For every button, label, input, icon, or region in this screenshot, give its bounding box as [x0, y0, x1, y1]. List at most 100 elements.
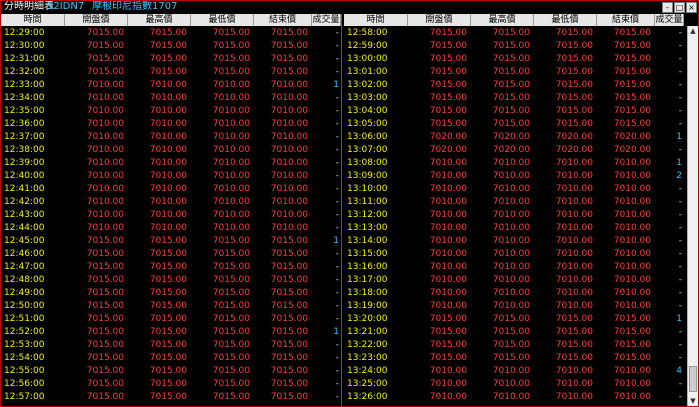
cell-close: 7010.00 [613, 262, 651, 272]
table-row[interactable]: 12:40:00 7010.00 7010.00 7010.00 7010.00 - [1, 170, 341, 183]
table-row[interactable]: 12:42:00 7010.00 7010.00 7010.00 7010.00 - [1, 196, 341, 209]
table-row[interactable]: 12:32:00 7015.00 7015.00 7015.00 7015.00 - [1, 66, 341, 79]
table-row[interactable]: 13:24:00 7010.00 7010.00 7010.00 7010.00 4 [344, 365, 684, 378]
table-row[interactable]: 13:15:00 7010.00 7010.00 7010.00 7010.00 - [344, 248, 684, 261]
table-row[interactable]: 12:49:00 7015.00 7015.00 7015.00 7015.00 - [1, 287, 341, 300]
table-row[interactable]: 12:30:00 7015.00 7015.00 7015.00 7015.00 - [1, 40, 341, 53]
table-row[interactable]: 12:37:00 7010.00 7010.00 7010.00 7010.00 - [1, 131, 341, 144]
table-row[interactable]: 13:00:00 7015.00 7015.00 7015.00 7015.00 - [344, 53, 684, 66]
table-row[interactable]: 13:01:00 7015.00 7015.00 7015.00 7015.00 - [344, 66, 684, 79]
table-row[interactable]: 12:38:00 7010.00 7010.00 7010.00 7010.00 - [1, 144, 341, 157]
table-row[interactable]: 13:18:00 7010.00 7010.00 7010.00 7010.00 - [344, 287, 684, 300]
cell-close: 7010.00 [613, 275, 651, 285]
table-row[interactable]: 12:47:00 7015.00 7015.00 7015.00 7015.00 - [1, 261, 341, 274]
table-row[interactable]: 13:09:00 7010.00 7010.00 7010.00 7010.00 2 [344, 170, 684, 183]
table-row[interactable]: 13:13:00 7010.00 7010.00 7010.00 7010.00 - [344, 222, 684, 235]
table-row[interactable]: 12:55:00 7015.00 7015.00 7015.00 7015.00 - [1, 365, 341, 378]
table-row[interactable]: 13:19:00 7010.00 7010.00 7010.00 7010.00 - [344, 300, 684, 313]
table-row[interactable]: 12:51:00 7015.00 7015.00 7015.00 7015.00 - [1, 313, 341, 326]
table-row[interactable]: 12:50:00 7015.00 7015.00 7015.00 7015.00 - [1, 300, 341, 313]
table-row[interactable]: 13:16:00 7010.00 7010.00 7010.00 7010.00 - [344, 261, 684, 274]
table-row[interactable]: 13:22:00 7015.00 7015.00 7015.00 7015.00 - [344, 339, 684, 352]
column-header-close[interactable]: 結束價 [254, 14, 312, 26]
column-header-low[interactable]: 最低價 [534, 14, 597, 26]
cell-open: 7015.00 [86, 301, 124, 311]
cell-close: 7010.00 [270, 145, 308, 155]
table-row[interactable]: 12:36:00 7010.00 7010.00 7010.00 7010.00 - [1, 118, 341, 131]
table-row[interactable]: 12:48:00 7015.00 7015.00 7015.00 7015.00 - [1, 274, 341, 287]
table-row[interactable]: 13:26:00 7010.00 7010.00 7010.00 7010.00 - [344, 391, 684, 404]
column-header-volume[interactable]: 成交量 [312, 14, 341, 26]
cell-close: 7010.00 [613, 366, 651, 376]
column-header-low[interactable]: 最低價 [191, 14, 254, 26]
scroll-up-arrow-icon[interactable]: ▲ [688, 26, 698, 36]
cell-volume: - [678, 54, 682, 64]
table-row[interactable]: 12:35:00 7010.00 7010.00 7010.00 7010.00 - [1, 105, 341, 118]
cell-close: 7015.00 [270, 236, 308, 246]
column-header-high[interactable]: 最高價 [128, 14, 191, 26]
column-header-time[interactable]: 時間 [344, 14, 408, 26]
table-row[interactable]: 12:56:00 7015.00 7015.00 7015.00 7015.00 - [1, 378, 341, 391]
column-header-open[interactable]: 開盤價 [65, 14, 128, 26]
table-row[interactable]: 12:41:00 7010.00 7010.00 7010.00 7010.00 - [1, 183, 341, 196]
maximize-button[interactable]: □ [674, 2, 685, 13]
table-row[interactable]: 12:52:00 7015.00 7015.00 7015.00 7015.00 1 [1, 326, 341, 339]
table-row[interactable]: 13:11:00 7010.00 7010.00 7010.00 7010.00 - [344, 196, 684, 209]
table-row[interactable]: 13:08:00 7010.00 7010.00 7010.00 7010.00 1 [344, 157, 684, 170]
column-header-volume[interactable]: 成交量 [655, 14, 684, 26]
table-row[interactable]: 13:02:00 7015.00 7015.00 7015.00 7015.00 - [344, 79, 684, 92]
table-row[interactable]: 12:39:00 7010.00 7010.00 7010.00 7010.00 - [1, 157, 341, 170]
cell-open: 7015.00 [429, 41, 467, 51]
cell-close: 7015.00 [270, 301, 308, 311]
vertical-scrollbar[interactable]: ▲ ▼ [687, 26, 698, 406]
cell-open: 7020.00 [429, 145, 467, 155]
table-row[interactable]: 13:25:00 7010.00 7010.00 7010.00 7010.00 - [344, 378, 684, 391]
table-row[interactable]: 12:34:00 7010.00 7010.00 7010.00 7010.00 - [1, 92, 341, 105]
table-row[interactable]: 13:05:00 7015.00 7015.00 7015.00 7015.00 - [344, 118, 684, 131]
cell-volume: - [335, 366, 339, 376]
table-row[interactable]: 12:45:00 7015.00 7015.00 7015.00 7015.00 1 [1, 235, 341, 248]
cell-low: 7010.00 [555, 275, 593, 285]
cell-open: 7010.00 [86, 184, 124, 194]
column-header-close[interactable]: 結束價 [597, 14, 655, 26]
cell-close: 7010.00 [270, 197, 308, 207]
column-header-time[interactable]: 時間 [1, 14, 65, 26]
table-row[interactable]: 13:07:00 7020.00 7020.00 7020.00 7020.00 - [344, 144, 684, 157]
table-row[interactable]: 12:57:00 7015.00 7015.00 7015.00 7015.00 - [1, 391, 341, 404]
table-row[interactable]: 13:12:00 7010.00 7010.00 7010.00 7010.00 - [344, 209, 684, 222]
table-row[interactable]: 13:06:00 7020.00 7020.00 7020.00 7020.00 1 [344, 131, 684, 144]
table-row[interactable]: 13:03:00 7015.00 7015.00 7015.00 7015.00 - [344, 92, 684, 105]
cell-time: 13:06:00 [347, 132, 388, 142]
table-row[interactable]: 13:20:00 7015.00 7015.00 7015.00 7015.00 1 [344, 313, 684, 326]
close-button[interactable]: × [686, 2, 697, 13]
minimize-button[interactable]: - [662, 2, 673, 13]
cell-open: 7010.00 [429, 275, 467, 285]
cell-time: 12:58:00 [347, 28, 388, 38]
scroll-down-arrow-icon[interactable]: ▼ [688, 396, 698, 406]
cell-open: 7010.00 [86, 197, 124, 207]
column-header-open[interactable]: 開盤價 [408, 14, 471, 26]
scroll-thumb[interactable] [689, 366, 697, 392]
table-row[interactable]: 13:14:00 7010.00 7010.00 7010.00 7010.00 - [344, 235, 684, 248]
table-row[interactable]: 13:23:00 7015.00 7015.00 7015.00 7015.00 - [344, 352, 684, 365]
table-row[interactable]: 12:54:00 7015.00 7015.00 7015.00 7015.00 - [1, 352, 341, 365]
table-row[interactable]: 12:29:00 7015.00 7015.00 7015.00 7015.00 - [1, 27, 341, 40]
table-row[interactable]: 13:04:00 7015.00 7015.00 7015.00 7015.00 - [344, 105, 684, 118]
table-row[interactable]: 12:44:00 7010.00 7010.00 7010.00 7010.00 - [1, 222, 341, 235]
cell-high: 7010.00 [149, 158, 187, 168]
column-header-high[interactable]: 最高價 [471, 14, 534, 26]
table-row[interactable]: 13:10:00 7010.00 7010.00 7010.00 7010.00 - [344, 183, 684, 196]
cell-volume: 1 [333, 236, 339, 246]
cell-low: 7010.00 [212, 93, 250, 103]
table-row[interactable]: 12:46:00 7015.00 7015.00 7015.00 7015.00 - [1, 248, 341, 261]
table-row[interactable]: 12:43:00 7010.00 7010.00 7010.00 7010.00 - [1, 209, 341, 222]
table-row[interactable]: 12:59:00 7015.00 7015.00 7015.00 7015.00 - [344, 40, 684, 53]
table-row[interactable]: 12:58:00 7015.00 7015.00 7015.00 7015.00 - [344, 27, 684, 40]
cell-volume: 1 [333, 327, 339, 337]
table-row[interactable]: 12:53:00 7015.00 7015.00 7015.00 7015.00 - [1, 339, 341, 352]
table-row[interactable]: 12:31:00 7015.00 7015.00 7015.00 7015.00 - [1, 53, 341, 66]
table-row[interactable]: 13:21:00 7015.00 7015.00 7015.00 7015.00 - [344, 326, 684, 339]
cell-close: 7010.00 [270, 93, 308, 103]
table-row[interactable]: 13:17:00 7010.00 7010.00 7010.00 7010.00 - [344, 274, 684, 287]
table-row[interactable]: 12:33:00 7010.00 7010.00 7010.00 7010.00 1 [1, 79, 341, 92]
